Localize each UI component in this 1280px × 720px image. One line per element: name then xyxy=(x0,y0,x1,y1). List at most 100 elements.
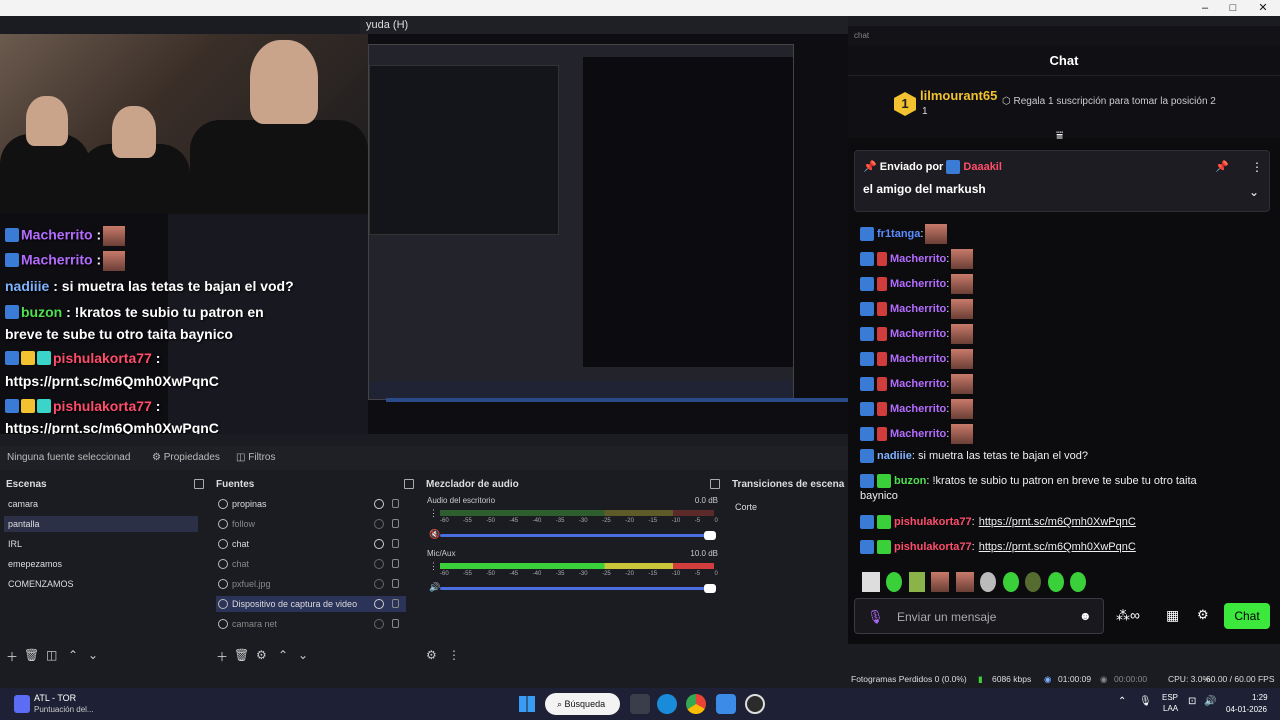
pinned-sender[interactable]: Daaakil xyxy=(963,161,1002,173)
chat-send-button[interactable]: Chat xyxy=(1224,603,1270,629)
track-menu-icon[interactable]: ⋮ xyxy=(429,561,438,572)
chat-settings-icon[interactable]: ⚙ xyxy=(1197,607,1209,623)
add-scene-button[interactable]: ＋ xyxy=(6,648,18,665)
source-item[interactable]: Dispositivo de captura de video xyxy=(216,596,406,612)
chat-username[interactable]: Macherrito xyxy=(890,353,946,365)
unpin-icon[interactable]: 📌 xyxy=(1215,160,1229,173)
chat-username[interactable]: Macherrito xyxy=(890,428,946,440)
muted-speaker-icon[interactable]: 🔇 xyxy=(429,529,440,540)
dock-undock-icon[interactable] xyxy=(710,479,720,489)
expand-chevron-icon[interactable]: ⌄ xyxy=(1249,185,1259,199)
chat-username[interactable]: Macherrito xyxy=(890,403,946,415)
task-view-icon[interactable] xyxy=(630,694,650,714)
lock-icon[interactable] xyxy=(392,599,399,608)
tray-chevron-icon[interactable]: ⌃ xyxy=(1118,696,1126,707)
lock-icon[interactable] xyxy=(392,499,399,508)
source-item[interactable]: chat xyxy=(216,536,406,552)
more-menu-icon[interactable]: ⋮ xyxy=(1251,160,1263,174)
source-item[interactable]: follow xyxy=(216,516,406,532)
volume-slider[interactable] xyxy=(440,531,716,540)
taskbar-search[interactable]: ⌕ Búsqueda xyxy=(545,693,620,715)
start-button[interactable] xyxy=(519,696,535,712)
move-up-icon[interactable]: ⌃ xyxy=(68,648,78,662)
gift-icon[interactable]: ▦ xyxy=(1166,607,1179,624)
chat-username[interactable]: buzon xyxy=(894,475,926,487)
eye-hidden-icon[interactable] xyxy=(374,519,384,529)
speaker-icon[interactable]: 🔊 xyxy=(429,582,440,593)
lock-icon[interactable] xyxy=(392,539,399,548)
chat-username[interactable]: Macherrito xyxy=(890,378,946,390)
chat-username[interactable]: pishulakorta77 xyxy=(894,541,972,553)
scene-item[interactable]: IRL xyxy=(8,536,202,552)
leader-name[interactable]: lilmourant65 xyxy=(920,88,997,103)
remove-source-button[interactable]: 🗑 xyxy=(234,648,249,662)
filter-scene-icon[interactable]: ◫ xyxy=(46,648,57,662)
chat-link[interactable]: https://prnt.sc/m6Qmh0XwPqnC xyxy=(979,541,1136,553)
edge-icon[interactable] xyxy=(657,694,677,714)
emoji-icon[interactable]: ☻ xyxy=(1079,609,1092,623)
transition-select[interactable]: Corte xyxy=(735,502,757,512)
obs-preview[interactable]: Macherrito : Macherrito : nadiiie : si mue… xyxy=(0,34,848,434)
scene-item[interactable]: emepezamos xyxy=(8,556,202,572)
menu-help[interactable]: yuda (H) xyxy=(366,19,408,31)
properties-button[interactable]: ⚙ Propiedades xyxy=(152,446,220,470)
eye-hidden-icon[interactable] xyxy=(374,559,384,569)
emote[interactable] xyxy=(908,572,925,592)
eye-icon[interactable] xyxy=(374,599,384,609)
source-settings-icon[interactable]: ⚙ xyxy=(256,648,267,662)
extensions-icon[interactable]: ⁂∞ xyxy=(1116,607,1140,624)
volume-slider[interactable] xyxy=(440,584,716,593)
lock-icon[interactable] xyxy=(392,559,399,568)
source-item[interactable]: camara net xyxy=(216,616,406,632)
source-item[interactable]: propinas xyxy=(216,496,406,512)
chat-username[interactable]: Macherrito xyxy=(890,328,946,340)
collapse-icon[interactable]: ⩸ xyxy=(1056,128,1063,143)
track-menu-icon[interactable]: ⋮ xyxy=(429,508,438,519)
chrome-icon[interactable] xyxy=(686,694,706,714)
dock-undock-icon[interactable] xyxy=(194,479,204,489)
emote[interactable] xyxy=(862,572,880,592)
lock-icon[interactable] xyxy=(392,519,399,528)
eye-hidden-icon[interactable] xyxy=(374,579,384,589)
chat-username[interactable]: nadiiie xyxy=(877,450,912,462)
notepad-icon[interactable] xyxy=(716,694,736,714)
network-icon[interactable]: ⊡ xyxy=(1188,696,1196,707)
gift-cta[interactable]: ⬡ Regala 1 suscripción para tomar la pos… xyxy=(1002,96,1216,107)
scene-item[interactable]: pantalla xyxy=(4,516,198,532)
lang-indicator[interactable]: ESP xyxy=(1162,693,1178,702)
notif-title[interactable]: ATL - TOR xyxy=(34,693,76,703)
volume-tray-icon[interactable]: 🔊 xyxy=(1204,696,1216,707)
emote[interactable] xyxy=(1002,572,1019,592)
close-button[interactable]: ✕ xyxy=(1248,0,1278,16)
scene-item[interactable]: camara xyxy=(8,496,202,512)
mixer-menu-icon[interactable]: ⋮ xyxy=(448,648,460,662)
chat-username[interactable]: pishulakorta77 xyxy=(894,516,972,528)
lock-icon[interactable] xyxy=(392,579,399,588)
maximize-button[interactable]: □ xyxy=(1218,0,1248,16)
remove-scene-button[interactable]: 🗑 xyxy=(24,648,39,662)
filters-button[interactable]: ◫ Filtros xyxy=(236,446,275,470)
emote[interactable] xyxy=(980,572,997,592)
chat-link[interactable]: https://prnt.sc/m6Qmh0XwPqnC xyxy=(979,516,1136,528)
mixer-settings-icon[interactable]: ⚙ xyxy=(426,648,437,662)
clock-time[interactable]: 1:29 xyxy=(1252,693,1268,702)
lock-icon[interactable] xyxy=(392,619,399,628)
emote[interactable] xyxy=(886,572,903,592)
add-source-button[interactable]: ＋ xyxy=(216,648,228,665)
source-item[interactable]: chat xyxy=(216,556,406,572)
mic-icon[interactable]: 🎙 xyxy=(867,609,884,625)
dock-undock-icon[interactable] xyxy=(404,479,414,489)
scene-item[interactable]: COMENZAMOS xyxy=(8,576,202,592)
chat-username[interactable]: fr1tanga xyxy=(877,228,920,240)
emote[interactable] xyxy=(931,572,950,592)
emote[interactable] xyxy=(1070,572,1087,592)
chat-input[interactable]: 🎙 Enviar un mensaje ☻ xyxy=(854,598,1104,634)
move-down-icon[interactable]: ⌄ xyxy=(298,648,308,662)
chat-username[interactable]: Macherrito xyxy=(890,303,946,315)
emote[interactable] xyxy=(955,572,974,592)
chat-username[interactable]: Macherrito xyxy=(890,278,946,290)
move-down-icon[interactable]: ⌄ xyxy=(88,648,98,662)
eye-icon[interactable] xyxy=(374,499,384,509)
minimize-button[interactable]: – xyxy=(1190,0,1220,16)
emote[interactable] xyxy=(1025,572,1042,592)
